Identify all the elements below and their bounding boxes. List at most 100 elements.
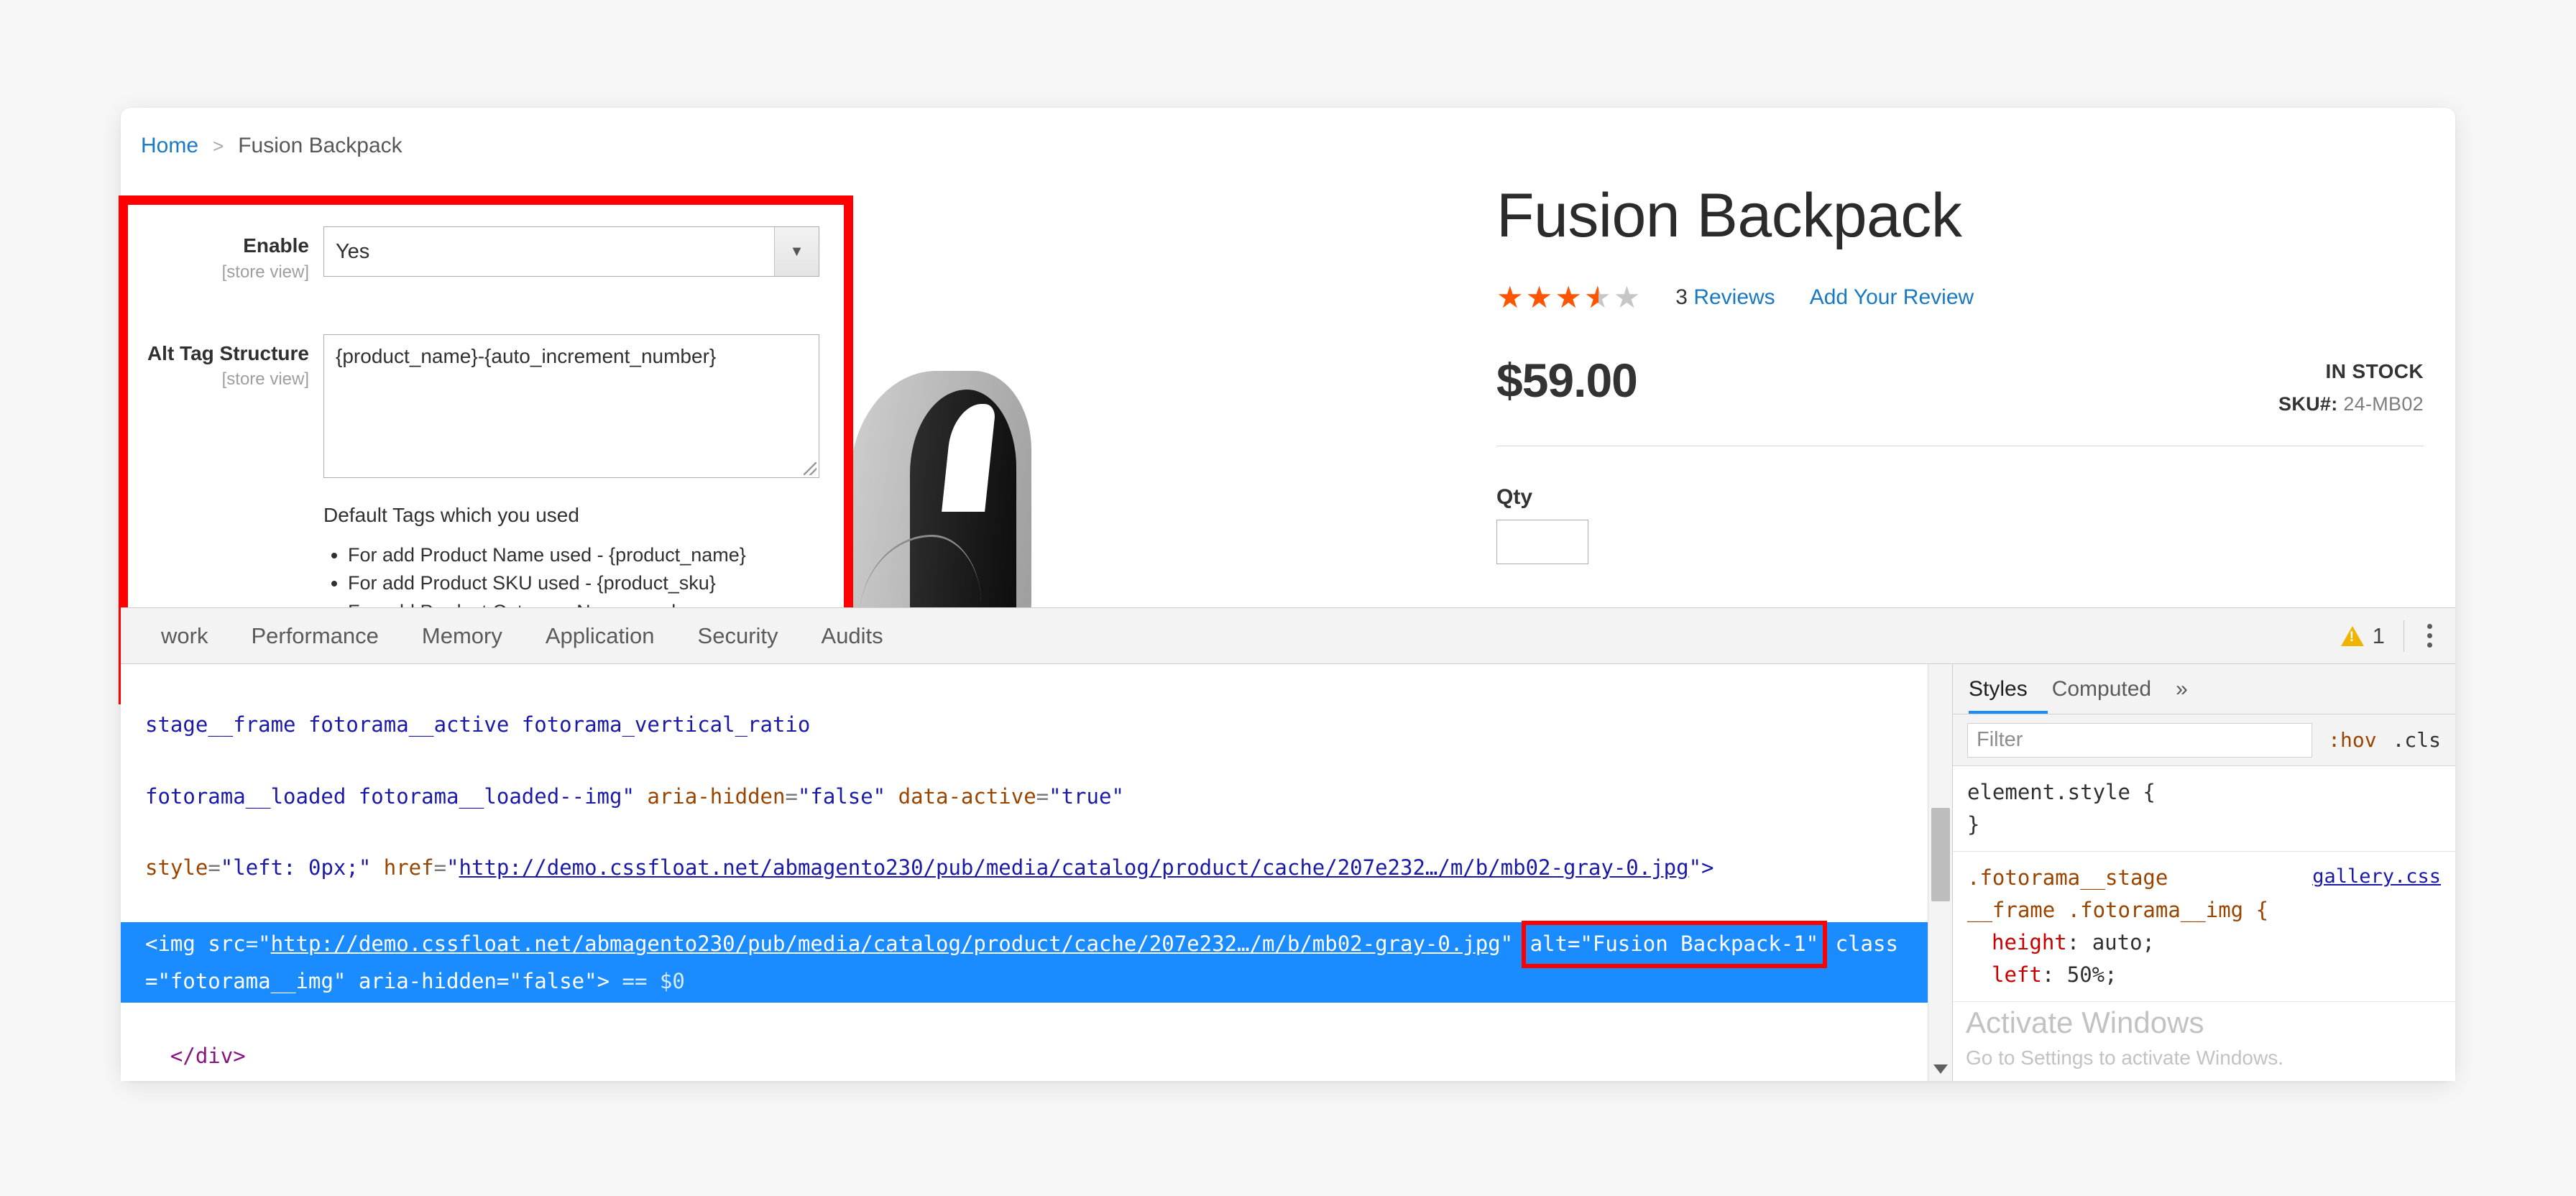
reviews-link[interactable]: 3 Reviews	[1675, 285, 1775, 310]
dom-val-aria-hidden: "false"	[797, 783, 886, 809]
alt-tag-label-block: Alt Tag Structure [store view]	[128, 334, 323, 390]
dom-val-class: "fotorama__img"	[157, 969, 346, 993]
sku-value: 24-MB02	[2343, 393, 2424, 415]
warning-count: 1	[2372, 622, 2385, 648]
sku-line: SKU#: 24-MB02	[2278, 393, 2424, 415]
dom-val-href-link[interactable]: http://demo.cssfloat.net/abmagento230/pu…	[459, 855, 1689, 880]
dom-attr-style: style	[145, 855, 208, 880]
dom-val-data-active: "true"	[1049, 783, 1124, 809]
tab-performance[interactable]: Performance	[229, 623, 400, 649]
price-row: $59.00 IN STOCK SKU#: 24-MB02	[1496, 353, 2424, 415]
tab-memory[interactable]: Memory	[400, 623, 524, 649]
list-item: For add Product SKU used - {product_sku}	[348, 571, 808, 597]
breadcrumb-home-link[interactable]: Home	[141, 134, 198, 158]
styles-tab-bar: Styles Computed »	[1953, 664, 2455, 714]
css-declaration[interactable]: height: auto;	[1967, 926, 2441, 959]
product-image	[850, 371, 1152, 619]
css-rule-element-style[interactable]: element.style { }	[1953, 766, 2455, 852]
css-declaration[interactable]: left: 50%;	[1967, 959, 2441, 991]
css-property: height	[1992, 929, 2067, 954]
field-row-alt-tag: Alt Tag Structure [store view] {product_…	[128, 334, 844, 478]
qty-label: Qty	[1496, 485, 1533, 510]
product-info-column: Fusion Backpack ★ ★ ★ ★ ★ 3 Reviews Add …	[1496, 181, 2424, 565]
resize-grip-icon[interactable]	[804, 461, 816, 475]
backpack-strap-gap	[942, 404, 996, 512]
css-rule-fotorama-img[interactable]: gallery.css .fotorama__stage __frame .fo…	[1953, 852, 2455, 1002]
tab-computed[interactable]: Computed	[2052, 677, 2151, 702]
breadcrumb-current: Fusion Backpack	[238, 134, 402, 157]
hint-title: Default Tags which you used	[323, 503, 579, 526]
star-2-icon: ★	[1525, 280, 1554, 315]
tab-security[interactable]: Security	[676, 623, 800, 649]
dom-tag-img: <img	[145, 932, 196, 957]
css-selector: element.style {	[1967, 780, 2156, 804]
enable-select[interactable]: Yes ▼	[323, 226, 819, 277]
cls-toggle-button[interactable]: .cls	[2393, 728, 2441, 752]
dom-line-2-classes: fotorama__loaded fotorama__loaded--img"	[145, 783, 635, 809]
search-input[interactable]: Filter	[1967, 722, 2313, 758]
tab-audits[interactable]: Audits	[800, 623, 905, 649]
hov-toggle-button[interactable]: :hov	[2328, 728, 2376, 752]
dom-attr-src: src	[208, 932, 246, 957]
css-selector-line-2: __frame .fotorama__img {	[1967, 897, 2269, 922]
css-value: 50%;	[2066, 962, 2117, 987]
dom-tree-code: stage__frame fotorama__active fotorama_v…	[121, 664, 1952, 1081]
chevron-double-right-icon[interactable]: »	[2176, 677, 2188, 702]
dom-line[interactable]: </div>	[145, 1039, 1928, 1075]
alt-attribute-highlight: alt="Fusion Backpack-1"	[1521, 921, 1828, 968]
css-selector-line-1: gallery.css .fotorama__stage	[1967, 862, 2441, 894]
enable-label-block: Enable [store view]	[128, 226, 323, 282]
dom-scrollbar-thumb[interactable]	[1931, 808, 1950, 901]
styles-pane: Styles Computed » Filter :hov .cls eleme…	[1952, 664, 2455, 1081]
field-row-enable: Enable [store view] Yes ▼	[128, 226, 844, 282]
star-5-icon: ★	[1613, 280, 1642, 315]
dom-attr-href: href	[383, 855, 434, 880]
alt-tag-structure-textarea[interactable]: {product_name}-{auto_increment_number}	[323, 334, 819, 478]
dom-val-src-link[interactable]: http://demo.cssfloat.net/abmagento230/pu…	[271, 932, 1501, 956]
css-source-link[interactable]: gallery.css	[2312, 862, 2441, 892]
dom-line[interactable]: style="left: 0px;" href="http://demo.css…	[145, 850, 1928, 886]
kebab-menu-icon[interactable]	[2423, 624, 2437, 648]
quantity-stepper[interactable]	[1496, 520, 1588, 565]
rating-row: ★ ★ ★ ★ ★ 3 Reviews Add Your Review	[1496, 282, 2424, 313]
breadcrumb-separator-icon: >	[213, 134, 224, 157]
status-badge: IN STOCK	[2325, 360, 2424, 383]
styles-filter-bar: Filter :hov .cls	[1953, 714, 2455, 766]
dom-attr-data-active: data-active	[898, 783, 1036, 809]
sku-label: SKU#:	[2278, 393, 2338, 415]
dom-attr-aria-hidden: aria-hidden	[647, 783, 786, 809]
devtools-toolbar: work Performance Memory Application Secu…	[121, 608, 2455, 664]
dom-line[interactable]: fotorama__loaded fotorama__loaded--img" …	[145, 779, 1928, 815]
rating-stars[interactable]: ★ ★ ★ ★ ★	[1496, 282, 1641, 313]
enable-select-value: Yes	[336, 239, 370, 263]
dom-attr-aria: aria-hidden="false">	[358, 969, 610, 993]
devtools-toolbar-right: 1	[2340, 620, 2437, 652]
breadcrumb: Home > Fusion Backpack	[141, 134, 402, 158]
warning-triangle-icon	[2340, 625, 2364, 646]
list-item: For add Product Name used - {product_nam…	[348, 543, 808, 569]
dom-val-style: "left: 0px;"	[220, 855, 372, 880]
dom-line-selected[interactable]: <img src="http://demo.cssfloat.net/abmag…	[121, 921, 1952, 1003]
star-3-icon: ★	[1555, 280, 1583, 315]
add-review-link[interactable]: Add Your Review	[1810, 285, 1974, 310]
devtools-body: stage__frame fotorama__active fotorama_v…	[121, 664, 2455, 1081]
dom-line[interactable]: stage__frame fotorama__active fotorama_v…	[145, 707, 1928, 743]
chevron-down-icon[interactable]	[1933, 1064, 1948, 1074]
page-title: Fusion Backpack	[1496, 181, 1962, 250]
css-property: left	[1992, 962, 2042, 987]
tab-application[interactable]: Application	[524, 623, 676, 649]
status-badge[interactable]: 1	[2340, 622, 2385, 649]
alt-tag-scope: [store view]	[221, 369, 309, 390]
tab-styles[interactable]: Styles	[1969, 677, 2028, 702]
css-close-brace: }	[1967, 811, 1980, 837]
devtools-panel: work Performance Memory Application Secu…	[121, 607, 2455, 1081]
dom-line-1-text: stage__frame fotorama__active fotorama_v…	[145, 712, 811, 737]
reviews-count: 3	[1675, 285, 1688, 310]
reviews-label: Reviews	[1693, 285, 1775, 310]
chevron-down-icon[interactable]: ▼	[774, 227, 819, 276]
dom-scrollbar[interactable]	[1928, 664, 1952, 1081]
dom-tree-pane[interactable]: stage__frame fotorama__active fotorama_v…	[121, 664, 1952, 1081]
active-tab-indicator	[1969, 711, 2048, 714]
tab-network[interactable]: work	[139, 623, 229, 649]
dom-close-div: </div>	[170, 1043, 246, 1068]
